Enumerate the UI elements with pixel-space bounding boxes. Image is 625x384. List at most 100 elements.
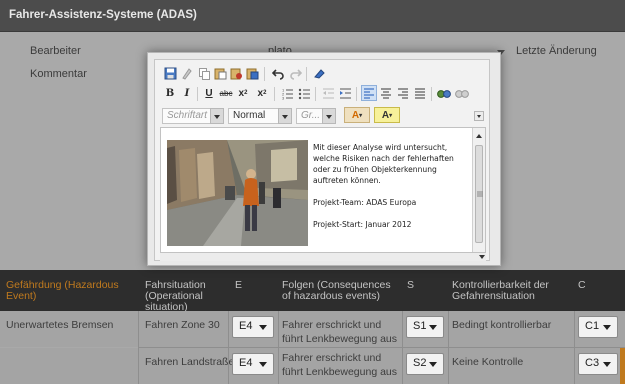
outdent-icon[interactable] <box>320 85 336 101</box>
chevron-down-icon <box>259 362 267 367</box>
align-justify-icon[interactable] <box>412 85 428 101</box>
indent-icon[interactable] <box>337 85 353 101</box>
align-center-icon[interactable] <box>378 85 394 101</box>
scroll-down-icon[interactable] <box>478 254 486 260</box>
toolbar-separator <box>264 67 265 81</box>
align-left-icon[interactable] <box>361 85 377 101</box>
column-divider <box>448 311 449 384</box>
underline-icon[interactable]: U <box>201 85 217 101</box>
format-select-value: Normal <box>233 110 266 121</box>
letzte-aenderung-label: Letzte Änderung <box>516 45 597 57</box>
save-icon[interactable] <box>162 65 178 81</box>
italic-icon[interactable]: I <box>179 85 195 101</box>
bearbeiter-label: Bearbeiter <box>30 45 81 57</box>
toolbar-separator <box>431 87 432 101</box>
c-select-value: C3 <box>585 357 600 369</box>
chevron-down-icon <box>259 325 267 330</box>
editor-content-area[interactable]: Mit dieser Analyse wird untersucht, welc… <box>160 127 486 253</box>
strikethrough-icon[interactable]: abc <box>218 85 234 101</box>
table-row[interactable]: Unerwartetes Bremsen Fahren Zone 30 E4 F… <box>0 311 625 347</box>
format-select[interactable]: Normal <box>228 108 292 124</box>
bold-icon[interactable]: B <box>162 85 178 101</box>
numbered-list-icon[interactable]: 123 <box>279 85 295 101</box>
column-header-e[interactable]: E <box>235 280 242 291</box>
control-cell: Bedingt kontrollierbar <box>452 319 552 331</box>
column-header-c[interactable]: C <box>578 280 586 291</box>
kommentar-label: Kommentar <box>30 68 87 80</box>
consequence-cell: Fahrer erschrickt und führt Lenkbewegung… <box>282 319 398 345</box>
scrollbar-thumb[interactable] <box>475 145 483 243</box>
column-header-controllability[interactable]: Kontrollierbarkeit der Gefahrensituation <box>452 280 570 302</box>
toolbar-separator <box>356 87 357 101</box>
column-header-situation[interactable]: Fahrsituation (Operational situation) <box>145 280 227 313</box>
align-right-icon[interactable] <box>395 85 411 101</box>
chevron-down-icon <box>322 108 336 124</box>
bullet-list-icon[interactable] <box>296 85 312 101</box>
scroll-up-icon[interactable] <box>473 130 485 142</box>
s-select[interactable]: S2 <box>406 353 444 375</box>
toolbar-row-1 <box>160 65 480 83</box>
grip-icon <box>477 191 483 197</box>
chevron-down-icon <box>278 108 292 124</box>
c-select-value: C1 <box>585 320 600 332</box>
remove-format-icon[interactable] <box>311 65 327 81</box>
e-select[interactable]: E4 <box>232 353 274 375</box>
paste-word-icon[interactable] <box>244 65 260 81</box>
e-select-value: E4 <box>239 320 253 332</box>
chevron-down-icon <box>210 108 224 124</box>
toolbar-separator <box>306 67 307 81</box>
editor-scrollbar[interactable] <box>472 128 485 252</box>
project-start-paragraph: Projekt-Start: Januar 2012 <box>313 220 412 229</box>
editor-text: Mit dieser Analyse wird untersucht, welc… <box>313 142 463 241</box>
hazard-cell: Unerwartetes Bremsen <box>6 319 114 331</box>
chevron-down-icon <box>429 362 437 367</box>
column-header-s[interactable]: S <box>407 280 414 291</box>
font-size-select[interactable]: Gr... <box>296 108 336 124</box>
chevron-down-icon <box>603 362 611 367</box>
font-family-select-placeholder: Schriftart <box>167 110 208 121</box>
row-highlight-marker <box>620 348 625 384</box>
background-color-icon[interactable]: A ▾ <box>374 107 400 123</box>
window-title: Fahrer-Assistenz-Systeme (ADAS) <box>9 9 197 21</box>
font-family-select[interactable]: Schriftart <box>162 108 224 124</box>
e-select[interactable]: E4 <box>232 316 274 338</box>
copy-icon[interactable] <box>196 65 212 81</box>
street-photo <box>167 140 308 246</box>
table-header: Gefährdung (Hazardous Event) Fahrsituati… <box>0 270 625 313</box>
superscript-icon[interactable]: x2 <box>254 85 270 101</box>
column-header-consequences[interactable]: Folgen (Consequences of hazardous events… <box>282 280 400 302</box>
paste-text-icon[interactable] <box>228 65 244 81</box>
column-divider <box>278 311 279 384</box>
window-titlebar: Fahrer-Assistenz-Systeme (ADAS) <box>0 0 625 32</box>
new-document-icon[interactable] <box>179 65 195 81</box>
column-header-hazard[interactable]: Gefährdung (Hazardous Event) <box>6 280 131 302</box>
situation-cell: Fahren Zone 30 <box>145 319 220 331</box>
c-select[interactable]: C1 <box>578 316 618 338</box>
rich-text-editor[interactable]: B I U abc x2 x2 123 Schriftart Normal Gr… <box>147 52 501 266</box>
column-divider <box>574 311 575 384</box>
toolbar-collapse-icon[interactable] <box>474 111 484 121</box>
text-color-icon[interactable]: A ▾ <box>344 107 370 123</box>
undo-icon[interactable] <box>270 65 286 81</box>
redo-icon[interactable] <box>287 65 303 81</box>
subscript-icon[interactable]: x2 <box>235 85 251 101</box>
chevron-down-icon <box>603 325 611 330</box>
chevron-down-icon <box>429 325 437 330</box>
toolbar-separator <box>315 87 316 101</box>
table-row[interactable]: Fahren Landstraße E4 Fahrer erschrickt u… <box>0 348 625 384</box>
column-divider <box>228 311 229 384</box>
unlink-icon[interactable] <box>454 85 470 101</box>
c-select[interactable]: C3 <box>578 353 618 375</box>
consequence-cell: Fahrer erschrickt und führt Lenkbewegung… <box>282 352 398 378</box>
s-select-value: S1 <box>413 320 427 332</box>
toolbar-row-2: B I U abc x2 x2 123 <box>160 85 480 103</box>
s-select[interactable]: S1 <box>406 316 444 338</box>
editor-resize-bar[interactable] <box>160 253 486 261</box>
svg-text:3: 3 <box>282 95 285 100</box>
paste-icon[interactable] <box>212 65 228 81</box>
toolbar-row-3: Schriftart Normal Gr... A ▾ A ▾ <box>160 107 484 125</box>
column-divider <box>138 311 139 384</box>
link-icon[interactable] <box>436 85 452 101</box>
column-divider <box>402 311 403 384</box>
s-select-value: S2 <box>413 357 427 369</box>
